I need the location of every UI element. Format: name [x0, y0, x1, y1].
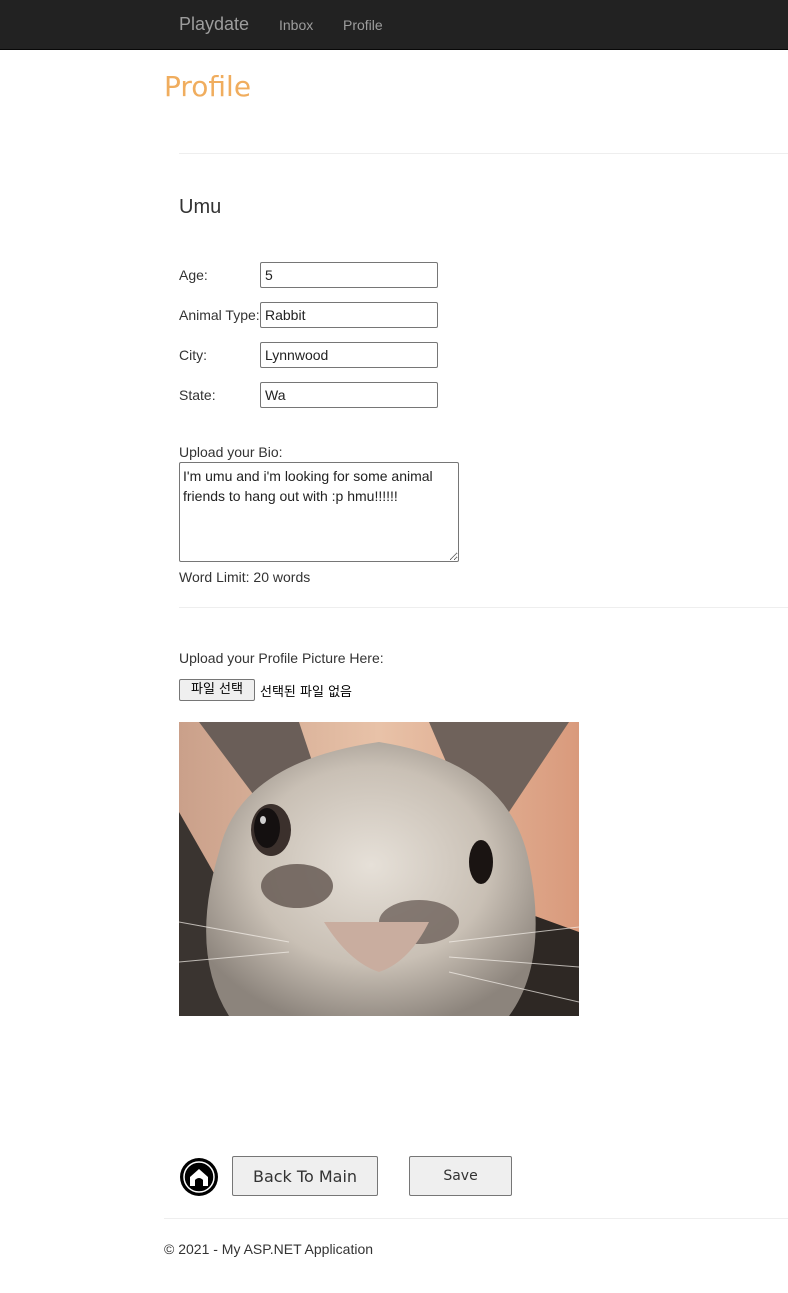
divider-middle [179, 607, 788, 608]
bio-textarea[interactable]: I'm umu and i'm looking for some animal … [179, 462, 459, 562]
back-to-main-button[interactable]: Back To Main [232, 1156, 378, 1196]
choose-file-button[interactable]: 파일 선택 [179, 679, 255, 701]
city-label: City: [179, 347, 207, 363]
city-input[interactable] [260, 342, 438, 368]
nav-inbox-link[interactable]: Inbox [279, 17, 313, 33]
state-input[interactable] [260, 382, 438, 408]
bio-label: Upload your Bio: [179, 444, 283, 460]
navbar: Playdate Inbox Profile [0, 0, 788, 50]
save-button[interactable]: Save [409, 1156, 512, 1196]
word-limit-text: Word Limit: 20 words [179, 569, 311, 585]
state-label: State: [179, 387, 216, 403]
animal-type-label: Animal Type: [179, 307, 260, 323]
file-status-text: 선택된 파일 없음 [260, 685, 352, 700]
pet-name: Umu [179, 196, 222, 218]
picture-upload-label: Upload your Profile Picture Here: [179, 650, 384, 666]
divider-footer [164, 1218, 788, 1219]
age-label: Age: [179, 267, 208, 283]
animal-type-input[interactable] [260, 302, 438, 328]
page-title: Profile [164, 70, 252, 103]
age-input[interactable] [260, 262, 438, 288]
divider-top [179, 153, 788, 154]
nav-profile-link[interactable]: Profile [343, 17, 383, 33]
home-icon[interactable] [179, 1157, 219, 1197]
brand-link[interactable]: Playdate [179, 14, 249, 35]
footer-copyright: © 2021 - My ASP.NET Application [164, 1241, 374, 1257]
profile-picture [179, 722, 579, 1016]
